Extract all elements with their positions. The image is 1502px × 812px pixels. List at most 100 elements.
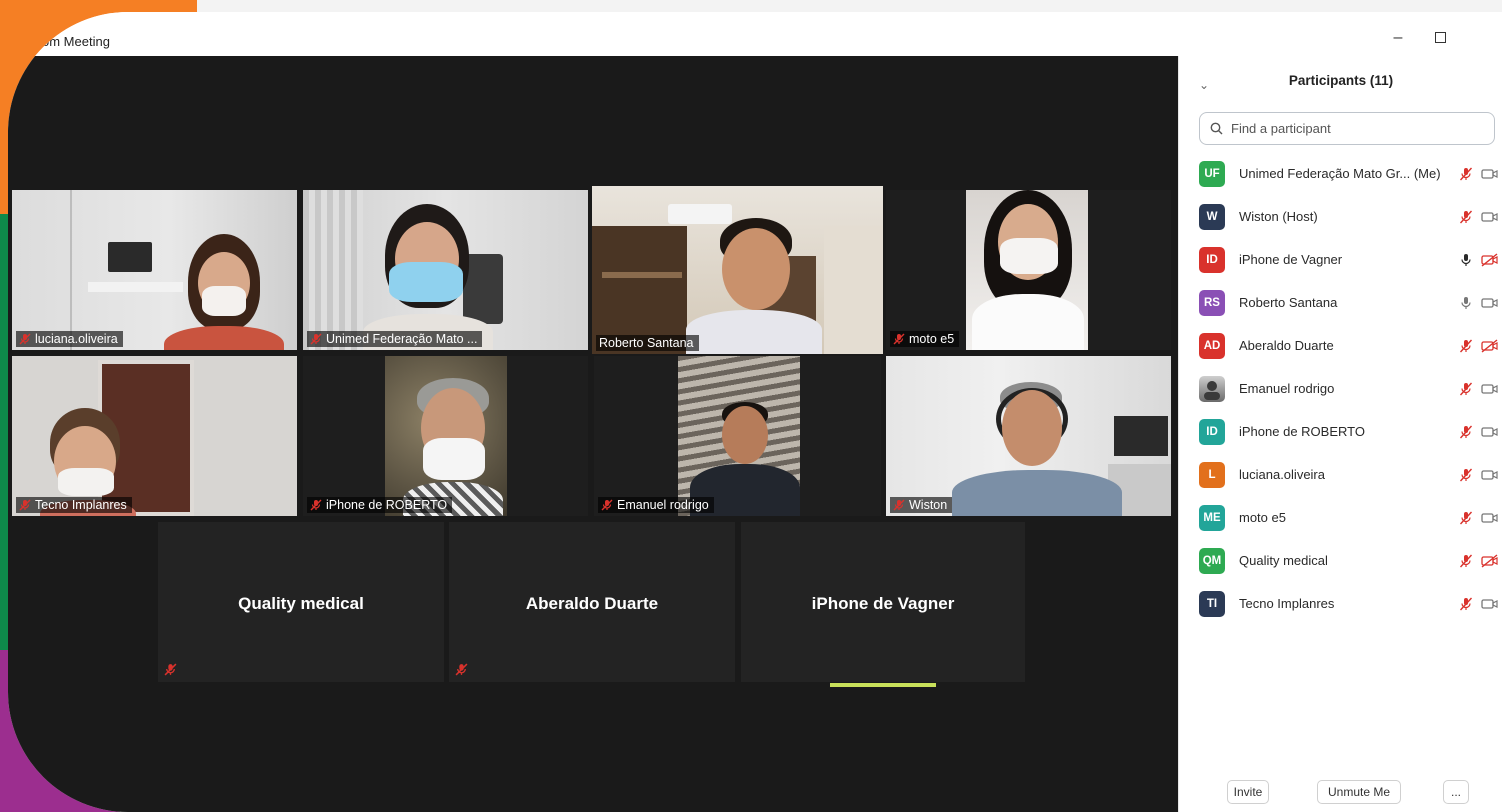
camera-icon[interactable] bbox=[1481, 425, 1499, 439]
mic-off-icon[interactable] bbox=[1459, 511, 1473, 525]
video-tile[interactable]: Emanuel rodrigo bbox=[594, 356, 881, 516]
mic-off-icon[interactable] bbox=[1459, 339, 1473, 353]
avatar: RS bbox=[1199, 290, 1225, 316]
participant-row[interactable]: Lluciana.oliveira bbox=[1179, 454, 1502, 497]
mic-off-icon bbox=[893, 333, 905, 345]
participant-name: Quality medical bbox=[1239, 553, 1328, 568]
mic-off-icon[interactable] bbox=[1459, 425, 1473, 439]
audio-only-name: Quality medical bbox=[238, 594, 364, 613]
video-feed bbox=[303, 190, 588, 350]
participant-name-tag: luciana.oliveira bbox=[16, 331, 123, 347]
participant-name: Unimed Federação Mato Gr... (Me) bbox=[1239, 166, 1441, 181]
participant-row[interactable]: ID iPhone de Vagner bbox=[1179, 239, 1502, 282]
mic-off-icon bbox=[19, 499, 31, 511]
more-options-button[interactable]: ... bbox=[1443, 780, 1469, 804]
participant-name: Aberaldo Duarte bbox=[1239, 338, 1334, 353]
window-title: om Meeting bbox=[42, 34, 110, 49]
avatar: AD bbox=[1199, 333, 1225, 359]
participant-name: Wiston (Host) bbox=[1239, 209, 1318, 224]
participant-name: iPhone de Vagner bbox=[1239, 252, 1343, 267]
participant-row[interactable]: QM Quality medical bbox=[1179, 540, 1502, 583]
audio-only-tile[interactable]: Aberaldo Duarte bbox=[449, 522, 735, 682]
video-tile-active-speaker[interactable]: Roberto Santana bbox=[592, 186, 883, 354]
avatar bbox=[1199, 376, 1225, 402]
invite-button[interactable]: Invite bbox=[1227, 780, 1269, 804]
mic-off-icon[interactable] bbox=[1459, 468, 1473, 482]
avatar: L bbox=[1199, 462, 1225, 488]
camera-icon[interactable] bbox=[1481, 511, 1499, 525]
title-bar: om Meeting – bbox=[8, 12, 1502, 56]
participant-row[interactable]: ID iPhone de ROBERTO bbox=[1179, 411, 1502, 454]
avatar: TI bbox=[1199, 591, 1225, 617]
participant-row[interactable]: ME moto e5 bbox=[1179, 497, 1502, 540]
user-photo-icon bbox=[1204, 381, 1220, 400]
participant-name: Roberto Santana bbox=[1239, 295, 1338, 310]
speaking-indicator-bar bbox=[830, 683, 936, 687]
zoom-window: om Meeting – luciana.oliveira Unimed Fed… bbox=[8, 12, 1502, 812]
video-feed bbox=[592, 186, 883, 354]
mic-off-icon[interactable] bbox=[1459, 382, 1473, 396]
video-tile[interactable]: Unimed Federação Mato ... bbox=[303, 190, 588, 350]
unmute-me-button[interactable]: Unmute Me bbox=[1317, 780, 1401, 804]
camera-off-icon[interactable] bbox=[1481, 554, 1499, 568]
video-tile[interactable]: Tecno Implanres bbox=[12, 356, 297, 516]
participant-name: luciana.oliveira bbox=[1239, 467, 1325, 482]
participant-name-tag: iPhone de ROBERTO bbox=[307, 497, 453, 513]
mic-off-icon bbox=[19, 333, 31, 345]
participant-row[interactable]: Emanuel rodrigo bbox=[1179, 368, 1502, 411]
mic-off-icon bbox=[310, 333, 322, 345]
audio-only-name: iPhone de Vagner bbox=[811, 594, 955, 613]
search-icon bbox=[1210, 122, 1223, 135]
avatar: ID bbox=[1199, 247, 1225, 273]
participant-row[interactable]: UF Unimed Federação Mato Gr... (Me) bbox=[1179, 153, 1502, 196]
audio-only-tile[interactable]: iPhone de Vagner bbox=[741, 522, 1025, 682]
participant-name: moto e5 bbox=[1239, 510, 1286, 525]
video-tile[interactable]: moto e5 bbox=[886, 190, 1171, 350]
participant-name: Emanuel rodrigo bbox=[1239, 381, 1335, 396]
video-tile[interactable]: iPhone de ROBERTO bbox=[303, 356, 588, 516]
participant-name: Tecno Implanres bbox=[1239, 596, 1335, 611]
video-feed bbox=[12, 190, 297, 350]
mic-icon[interactable] bbox=[1459, 253, 1473, 267]
participant-name-tag: Wiston bbox=[890, 497, 953, 513]
participant-name-tag: Tecno Implanres bbox=[16, 497, 132, 513]
avatar: ME bbox=[1199, 505, 1225, 531]
participant-search[interactable] bbox=[1199, 112, 1495, 145]
camera-off-icon[interactable] bbox=[1481, 253, 1499, 267]
participant-list: UF Unimed Federação Mato Gr... (Me) W Wisto… bbox=[1179, 153, 1502, 626]
mic-off-icon bbox=[601, 499, 613, 511]
camera-icon[interactable] bbox=[1481, 382, 1499, 396]
participant-row[interactable]: RS Roberto Santana bbox=[1179, 282, 1502, 325]
video-tile[interactable]: Wiston bbox=[886, 356, 1171, 516]
participant-name-tag: Unimed Federação Mato ... bbox=[307, 331, 483, 347]
participant-row[interactable]: W Wiston (Host) bbox=[1179, 196, 1502, 239]
minimize-button[interactable]: – bbox=[1386, 26, 1410, 50]
participants-panel: ⌄ Participants (11) UF Unimed Federação M… bbox=[1178, 56, 1502, 812]
mic-off-icon bbox=[455, 663, 468, 676]
video-feed bbox=[12, 356, 297, 516]
mic-off-icon[interactable] bbox=[1459, 554, 1473, 568]
participant-name: iPhone de ROBERTO bbox=[1239, 424, 1365, 439]
mic-off-icon[interactable] bbox=[1459, 167, 1473, 181]
camera-icon[interactable] bbox=[1481, 597, 1499, 611]
video-tile[interactable]: luciana.oliveira bbox=[12, 190, 297, 350]
camera-icon[interactable] bbox=[1481, 210, 1499, 224]
avatar: W bbox=[1199, 204, 1225, 230]
participant-row[interactable]: AD Aberaldo Duarte bbox=[1179, 325, 1502, 368]
camera-icon[interactable] bbox=[1481, 468, 1499, 482]
camera-off-icon[interactable] bbox=[1481, 339, 1499, 353]
mic-off-icon[interactable] bbox=[1459, 210, 1473, 224]
audio-only-tile[interactable]: Quality medical bbox=[158, 522, 444, 682]
avatar: ID bbox=[1199, 419, 1225, 445]
camera-icon[interactable] bbox=[1481, 167, 1499, 181]
camera-icon[interactable] bbox=[1481, 296, 1499, 310]
mic-off-icon[interactable] bbox=[1459, 597, 1473, 611]
mic-off-icon bbox=[893, 499, 905, 511]
participant-row[interactable]: TI Tecno Implanres bbox=[1179, 583, 1502, 626]
video-feed bbox=[886, 356, 1171, 516]
search-input[interactable] bbox=[1229, 120, 1473, 137]
mic-icon[interactable] bbox=[1459, 296, 1473, 310]
maximize-button[interactable] bbox=[1428, 26, 1452, 50]
mic-off-icon bbox=[164, 663, 177, 676]
audio-only-name: Aberaldo Duarte bbox=[525, 594, 659, 613]
